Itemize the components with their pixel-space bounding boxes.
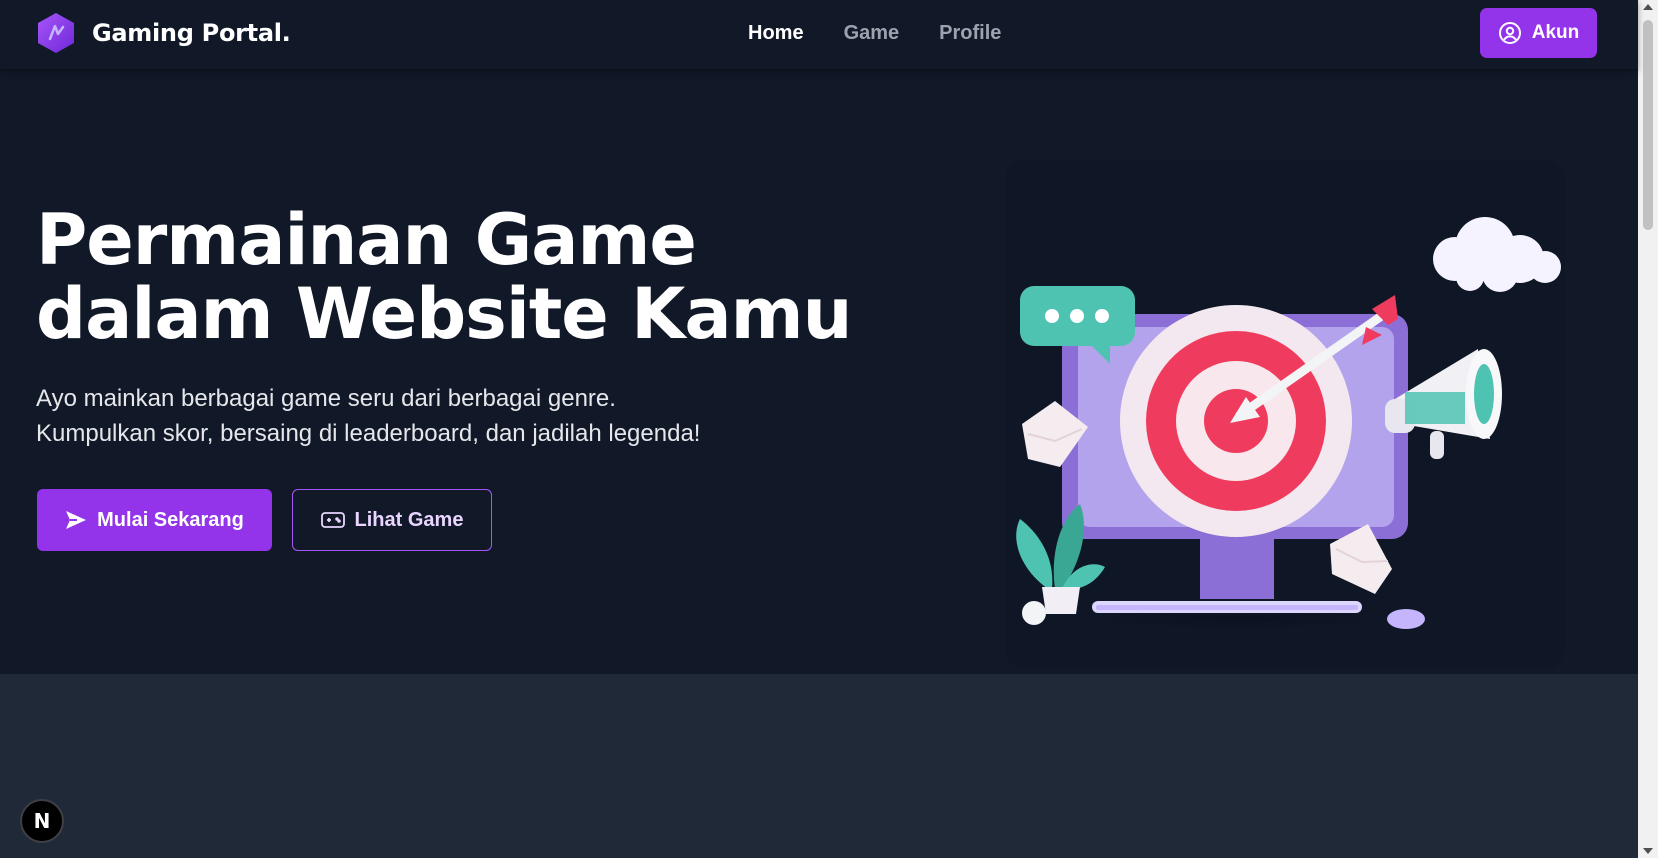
view-games-button-label: Lihat Game (354, 508, 464, 531)
account-button[interactable]: Akun (1480, 8, 1597, 58)
user-circle-icon (1498, 22, 1521, 44)
hero-subtitle: Ayo mainkan berbagai game seru dari berb… (36, 381, 796, 451)
hexagon-bolt-logo-icon (38, 13, 74, 53)
hero-title-line-2: dalam Website Kamu (36, 273, 852, 355)
start-now-button[interactable]: Mulai Sekarang (37, 489, 272, 551)
page-scrollbar[interactable] (1638, 0, 1658, 858)
brand-name: Gaming Portal. (92, 19, 291, 47)
hero-subtitle-line-2: Kumpulkan skor, bersaing di leaderboard,… (36, 420, 701, 447)
nav-link-home[interactable]: Home (748, 22, 804, 45)
account-button-label: Akun (1531, 22, 1580, 43)
main-nav: Home Game Profile (748, 22, 1041, 45)
brand[interactable]: Gaming Portal. (36, 12, 291, 54)
nav-link-game[interactable]: Game (844, 22, 900, 45)
navbar: Gaming Portal. Home Game Profile Akun (0, 0, 1638, 69)
start-now-button-label: Mulai Sekarang (97, 508, 244, 531)
scroll-thumb[interactable] (1643, 20, 1653, 230)
scroll-up-arrow-icon[interactable] (1643, 4, 1653, 10)
next-section (0, 674, 1638, 858)
nav-link-profile[interactable]: Profile (939, 22, 1001, 45)
view-games-button[interactable]: Lihat Game (292, 489, 492, 551)
hero-title: Permainan Game dalam Website Kamu (36, 203, 876, 351)
send-icon (66, 511, 87, 529)
gamepad-icon (320, 512, 345, 528)
nextjs-dev-badge[interactable]: N (20, 799, 64, 843)
hero-subtitle-line-1: Ayo mainkan berbagai game seru dari berb… (36, 385, 616, 412)
nextjs-icon: N (33, 809, 51, 833)
hero-title-line-1: Permainan Game (36, 199, 697, 281)
hero-section: Permainan Game dalam Website Kamu Ayo ma… (0, 69, 1638, 674)
monitor-target-illustration (1005, 159, 1565, 669)
scroll-down-arrow-icon[interactable] (1643, 848, 1653, 854)
